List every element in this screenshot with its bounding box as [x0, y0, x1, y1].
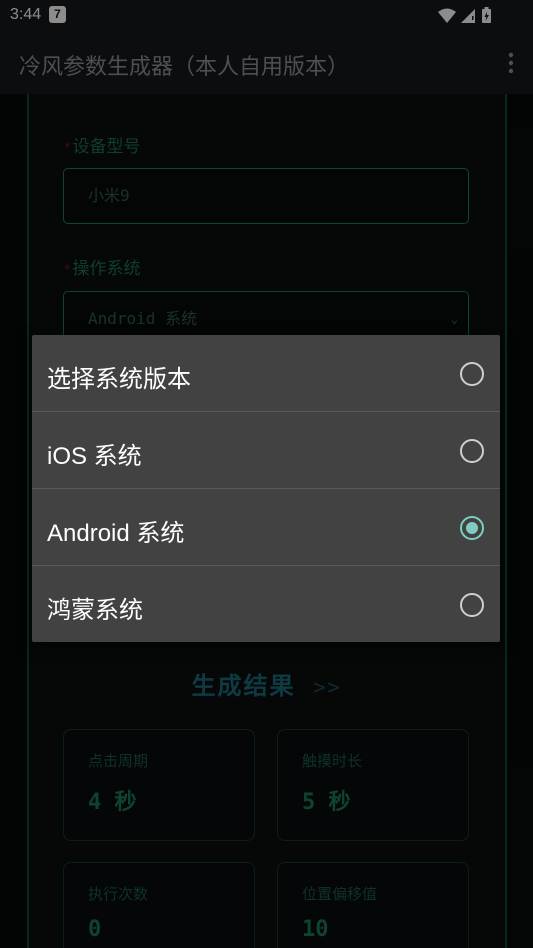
option-android[interactable]: Android 系统 — [32, 489, 500, 566]
option-label: 选择系统版本 — [47, 366, 191, 393]
option-harmony[interactable]: 鸿蒙系统 — [32, 566, 500, 643]
option-ios[interactable]: iOS 系统 — [32, 412, 500, 489]
option-label: Android 系统 — [47, 520, 185, 547]
option-label: iOS 系统 — [47, 443, 142, 470]
screen: 3:44 7 冷风参数生成器（本人自用版本） * 设备型号 小米9 * 操作系统… — [0, 0, 533, 948]
radio-button[interactable] — [460, 362, 484, 386]
radio-button[interactable] — [460, 593, 484, 617]
option-label: 鸿蒙系统 — [47, 597, 143, 624]
os-select-dialog: 选择系统版本 iOS 系统 Android 系统 鸿蒙系统 — [32, 335, 500, 642]
radio-button-checked[interactable] — [460, 516, 484, 540]
radio-button[interactable] — [460, 439, 484, 463]
option-select-version[interactable]: 选择系统版本 — [32, 335, 500, 412]
